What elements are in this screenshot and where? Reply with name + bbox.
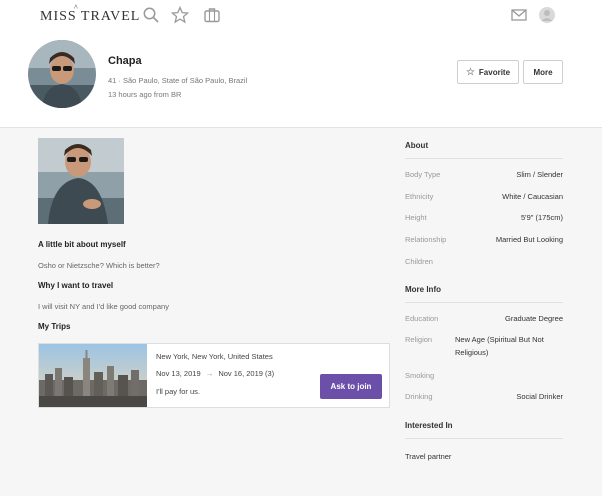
info-key: Religion bbox=[405, 335, 433, 344]
info-value: Graduate Degree bbox=[505, 314, 563, 323]
profile-last-seen: 13 hours ago from BR bbox=[108, 90, 182, 99]
trip-date-from: Nov 13, 2019 bbox=[156, 369, 201, 378]
about-myself-text: Osho or Nietzsche? Which is better? bbox=[38, 261, 160, 270]
about-key: Height bbox=[405, 213, 427, 222]
more-info-heading: More Info bbox=[405, 285, 563, 303]
profile-avatar[interactable] bbox=[28, 40, 96, 108]
profile-location: 41 · São Paulo, State of São Paulo, Braz… bbox=[108, 76, 248, 85]
info-row-education: Education Graduate Degree bbox=[405, 314, 563, 323]
profile-photo[interactable] bbox=[38, 138, 124, 224]
about-key: Relationship bbox=[405, 235, 447, 244]
trip-destination-image bbox=[39, 344, 147, 407]
about-row-body-type: Body Type Slim / Slender bbox=[405, 170, 563, 179]
about-key: Children bbox=[405, 257, 433, 266]
why-travel-text: I will visit NY and I'd like good compan… bbox=[38, 302, 169, 311]
trip-date-to: Nov 16, 2019 (3) bbox=[218, 369, 275, 378]
logo-hat-icon: ^ bbox=[74, 3, 79, 12]
about-value: Slim / Slender bbox=[516, 170, 563, 179]
about-myself-heading: A little bit about myself bbox=[38, 240, 126, 249]
about-key: Body Type bbox=[405, 170, 441, 179]
suitcase-icon[interactable] bbox=[203, 6, 221, 24]
about-value: 5'9" (175cm) bbox=[520, 213, 563, 222]
about-row-children: Children bbox=[405, 257, 563, 266]
about-row-height: Height 5'9" (175cm) bbox=[405, 213, 563, 222]
interested-in-heading: Interested In bbox=[405, 421, 563, 439]
mail-icon[interactable] bbox=[510, 6, 528, 24]
more-button[interactable]: More bbox=[523, 60, 563, 84]
miss-travel-logo[interactable]: ^ MISS TRAVEL bbox=[40, 3, 141, 25]
about-row-ethnicity: Ethnicity White / Caucasian bbox=[405, 192, 563, 201]
favorite-button[interactable]: ☆ Favorite bbox=[457, 60, 519, 84]
more-label: More bbox=[533, 67, 553, 77]
logo-text: MISS TRAVEL bbox=[40, 9, 141, 24]
star-icon[interactable] bbox=[171, 6, 189, 24]
about-heading: About bbox=[405, 141, 563, 159]
ask-to-join-button[interactable]: Ask to join bbox=[320, 374, 382, 399]
info-key: Drinking bbox=[405, 392, 433, 401]
info-row-religion: Religion New Age (Spiritual But Not Reli… bbox=[405, 333, 563, 359]
about-value: White / Caucasian bbox=[502, 192, 563, 201]
profile-header: Chapa 41 · São Paulo, State of São Paulo… bbox=[0, 30, 602, 128]
interested-in-value: Travel partner bbox=[405, 452, 452, 461]
user-avatar-icon[interactable] bbox=[538, 6, 556, 24]
my-trips-heading: My Trips bbox=[38, 322, 71, 331]
about-key: Ethnicity bbox=[405, 192, 434, 201]
star-outline-icon: ☆ bbox=[465, 66, 475, 78]
info-row-smoking: Smoking bbox=[405, 371, 563, 380]
about-row-relationship: Relationship Married But Looking bbox=[405, 235, 563, 244]
about-value: Married But Looking bbox=[495, 235, 563, 244]
info-key: Education bbox=[405, 314, 439, 323]
favorite-label: Favorite bbox=[478, 67, 511, 77]
trip-destination: New York, New York, United States bbox=[156, 352, 273, 361]
top-nav: ^ MISS TRAVEL bbox=[0, 0, 602, 30]
arrow-right-icon: → bbox=[205, 369, 214, 378]
trip-dates: Nov 13, 2019 → Nov 16, 2019 (3) bbox=[156, 369, 274, 378]
info-key: Smoking bbox=[405, 371, 435, 380]
info-value: New Age (Spiritual But Not Religious) bbox=[455, 335, 544, 357]
search-icon[interactable] bbox=[142, 6, 160, 24]
trip-payment: I'll pay for us. bbox=[156, 387, 200, 396]
profile-name: Chapa bbox=[108, 55, 142, 67]
trip-card[interactable]: New York, New York, United States Nov 13… bbox=[38, 343, 390, 408]
why-travel-heading: Why I want to travel bbox=[38, 281, 114, 290]
info-value: Social Drinker bbox=[516, 392, 563, 401]
info-row-drinking: Drinking Social Drinker bbox=[405, 392, 563, 401]
